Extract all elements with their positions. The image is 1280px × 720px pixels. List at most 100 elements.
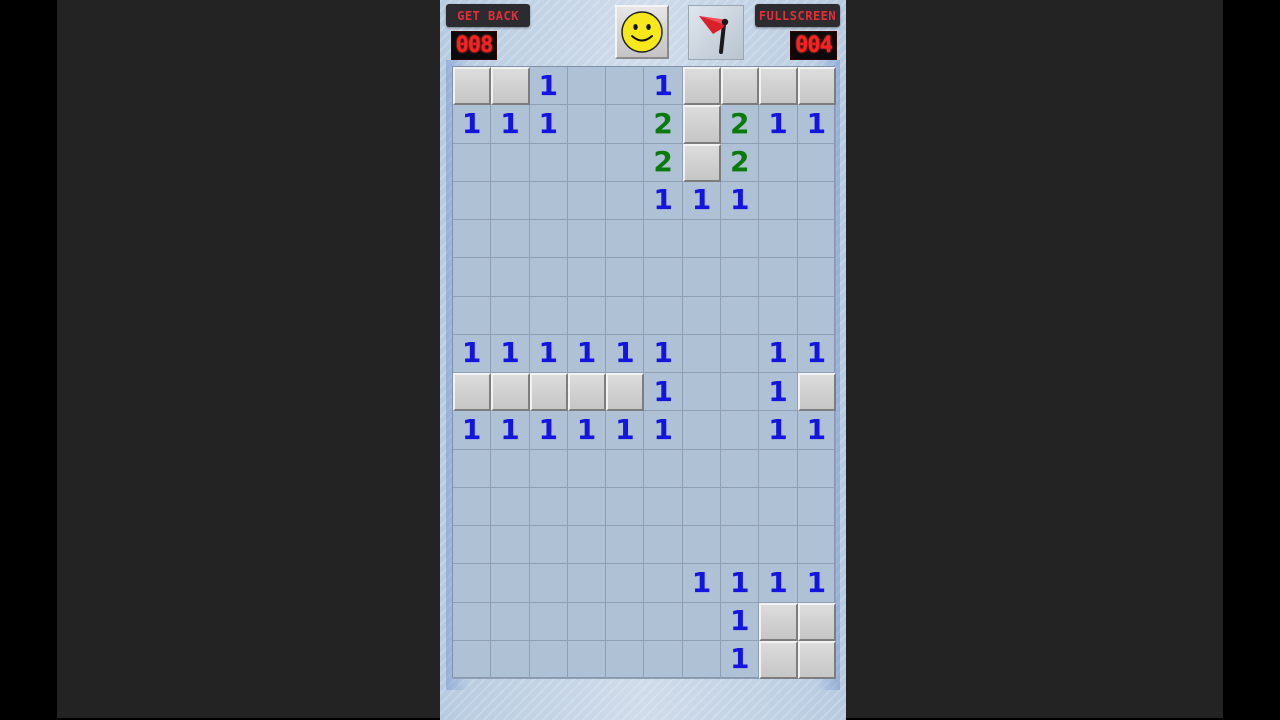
revealed-empty-tile [682,449,722,488]
revealed-empty-tile [529,181,568,220]
hidden-tile[interactable] [453,373,492,412]
revealed-empty-tile [529,220,568,259]
revealed-empty-tile [606,220,645,259]
left-letterbox [57,0,440,718]
revealed-empty-tile [567,220,607,259]
number-tile: 1 [529,105,568,144]
revealed-empty-tile [682,411,722,450]
revealed-empty-tile [491,258,530,297]
revealed-empty-tile [644,602,683,641]
hidden-tile[interactable] [759,640,798,679]
number-tile: 1 [453,334,492,373]
get-back-button[interactable]: GET BACK [446,4,530,27]
revealed-empty-tile [453,143,492,182]
number-tile: 1 [453,411,492,450]
hidden-tile[interactable] [721,67,760,106]
revealed-empty-tile [721,334,760,373]
revealed-empty-tile [567,526,607,565]
number-tile: 1 [797,564,836,603]
revealed-empty-tile [797,220,836,259]
hidden-tile[interactable] [682,105,722,144]
revealed-empty-tile [644,258,683,297]
fullscreen-button[interactable]: FULLSCREEN [755,4,840,27]
revealed-empty-tile [529,296,568,335]
flag-icon [699,15,729,54]
revealed-empty-tile [797,296,836,335]
number-tile: 1 [567,411,607,450]
revealed-empty-tile [606,67,645,106]
revealed-empty-tile [721,258,760,297]
revealed-empty-tile [759,181,798,220]
revealed-empty-tile [644,296,683,335]
revealed-empty-tile [529,487,568,526]
minefield-grid[interactable]: 11111221122111111111111111111111111111 [452,66,836,679]
revealed-empty-tile [759,296,798,335]
revealed-empty-tile [606,640,645,679]
number-tile: 1 [797,334,836,373]
number-tile: 2 [644,105,683,144]
revealed-empty-tile [644,640,683,679]
hidden-tile[interactable] [491,67,530,106]
revealed-empty-tile [606,449,645,488]
revealed-empty-tile [644,526,683,565]
hidden-tile[interactable] [759,67,798,106]
revealed-empty-tile [529,602,568,641]
reset-face-button[interactable] [615,5,669,59]
number-tile: 1 [759,105,798,144]
revealed-empty-tile [797,449,836,488]
hidden-tile[interactable] [529,373,568,412]
revealed-empty-tile [567,181,607,220]
number-tile: 1 [529,411,568,450]
revealed-empty-tile [606,564,645,603]
number-tile: 2 [644,143,683,182]
revealed-empty-tile [567,449,607,488]
number-tile: 2 [721,105,760,144]
revealed-empty-tile [644,487,683,526]
hidden-tile[interactable] [606,373,645,412]
timer-counter: 004 [790,31,837,60]
hidden-tile[interactable] [682,143,722,182]
revealed-empty-tile [682,602,722,641]
hidden-tile[interactable] [682,67,722,106]
hidden-tile[interactable] [453,67,492,106]
number-tile: 1 [529,67,568,106]
number-tile: 1 [644,373,683,412]
revealed-empty-tile [682,526,722,565]
hidden-tile[interactable] [797,640,836,679]
revealed-empty-tile [491,640,530,679]
revealed-empty-tile [644,564,683,603]
revealed-empty-tile [721,411,760,450]
hidden-tile[interactable] [491,373,530,412]
revealed-empty-tile [644,220,683,259]
revealed-empty-tile [682,373,722,412]
right-letterbox [846,0,1223,718]
revealed-empty-tile [567,602,607,641]
flag-mode-button[interactable] [688,5,744,60]
number-tile: 2 [721,143,760,182]
revealed-empty-tile [682,640,722,679]
revealed-empty-tile [721,487,760,526]
revealed-empty-tile [721,526,760,565]
number-tile: 1 [721,181,760,220]
number-tile: 1 [491,105,530,144]
revealed-empty-tile [759,143,798,182]
number-tile: 1 [529,334,568,373]
number-tile: 1 [644,181,683,220]
revealed-empty-tile [453,564,492,603]
revealed-empty-tile [759,526,798,565]
hidden-tile[interactable] [567,373,607,412]
revealed-empty-tile [453,526,492,565]
revealed-empty-tile [759,220,798,259]
number-tile: 1 [759,373,798,412]
hidden-tile[interactable] [797,373,836,412]
number-tile: 1 [759,334,798,373]
revealed-empty-tile [606,602,645,641]
revealed-empty-tile [491,220,530,259]
hidden-tile[interactable] [759,602,798,641]
number-tile: 1 [567,334,607,373]
hidden-tile[interactable] [797,602,836,641]
hidden-tile[interactable] [797,67,836,106]
revealed-empty-tile [491,526,530,565]
revealed-empty-tile [759,258,798,297]
number-tile: 1 [644,67,683,106]
